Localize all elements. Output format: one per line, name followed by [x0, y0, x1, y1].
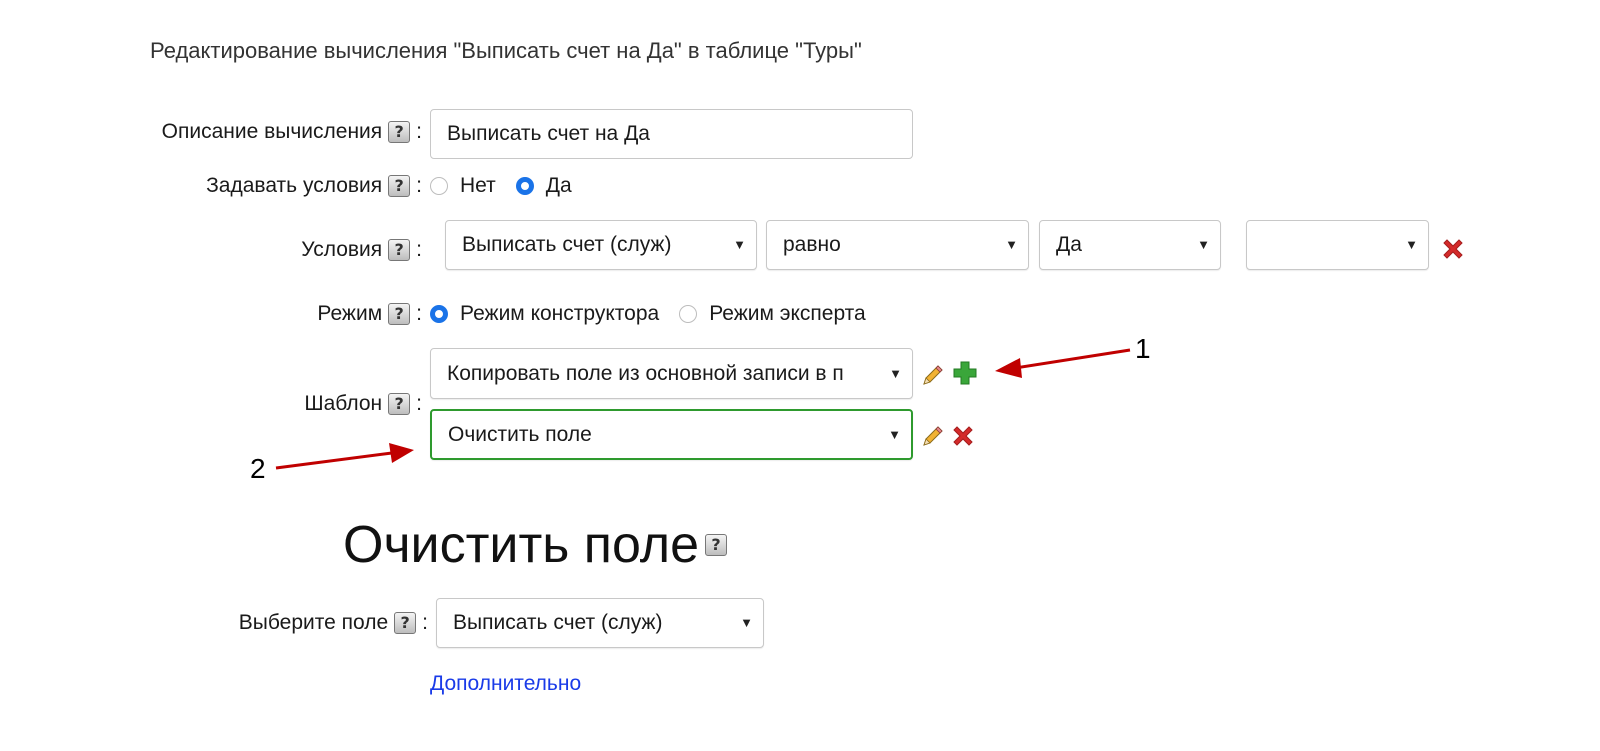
select-field-value: Выписать счет (служ): [453, 611, 663, 634]
select-field-dropdown[interactable]: Выписать счет (служ) ▼: [436, 598, 764, 648]
colon: :: [422, 611, 428, 634]
annotation-arrow-1-line: [1014, 348, 1131, 370]
annotation-number-2: 2: [250, 453, 266, 484]
select-field-label: Выберите поле: [238, 611, 389, 634]
annotation-number-1: 1: [1135, 333, 1151, 364]
annotation-arrow-2-head: [389, 443, 414, 463]
annotation-arrows: [275, 348, 1131, 470]
chevron-down-icon: ▼: [740, 614, 753, 630]
help-icon[interactable]: ?: [394, 612, 417, 634]
section-title: Очистить поле: [343, 516, 700, 574]
annotation-arrow-1-head: [995, 358, 1022, 378]
annotation-arrow-2-line: [275, 451, 393, 470]
section-title-row: Очистить поле ?: [343, 515, 728, 575]
select-field-label-row: Выберите поле ? :: [239, 611, 428, 635]
page: Редактирование вычисления "Выписать счет…: [0, 0, 1600, 751]
help-icon[interactable]: ?: [705, 534, 728, 556]
more-link[interactable]: Дополнительно: [430, 672, 581, 696]
